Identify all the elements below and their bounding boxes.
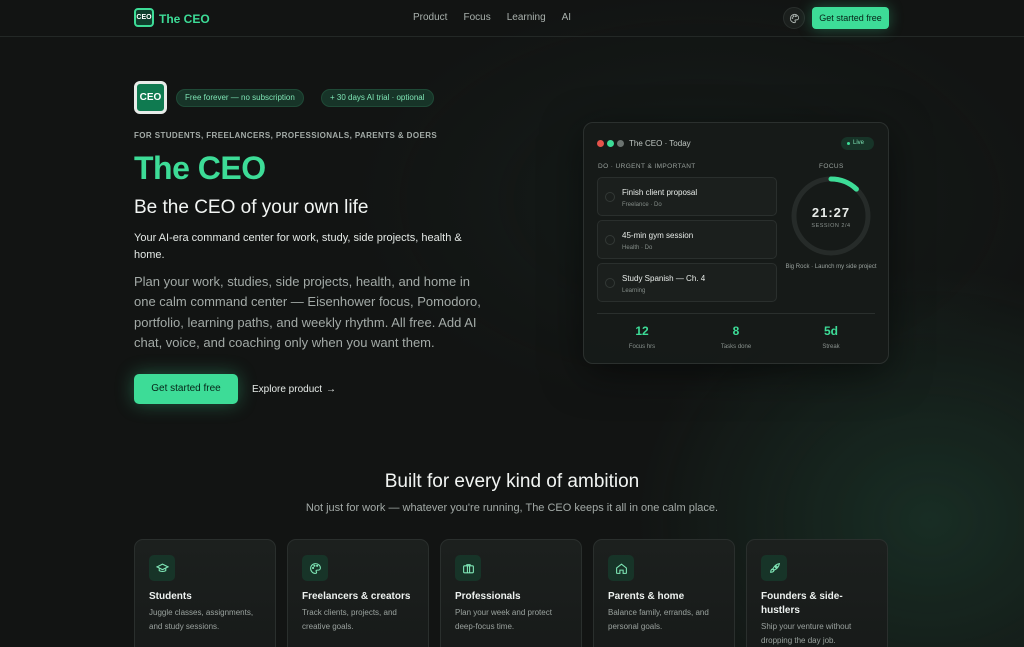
window-dot-green	[607, 140, 614, 147]
nav-link-ai[interactable]: AI	[562, 12, 571, 23]
nav-links: Product Focus Learning AI	[413, 12, 587, 23]
task-item[interactable]: 45-min gym session Health · Do	[597, 220, 777, 259]
top-nav: CEO The CEO Product Focus Learning AI Ge…	[0, 0, 1024, 37]
card-title: Parents & home	[608, 591, 685, 602]
hero-title: The CEO	[134, 150, 266, 186]
get-started-button[interactable]: Get started free	[134, 374, 238, 404]
big-rock-label: Big Rock · Launch my side project	[785, 264, 877, 270]
theme-palette-button[interactable]	[783, 7, 805, 29]
dashboard-preview-card: The CEO · Today Live DO · URGENT & IMPOR…	[583, 122, 889, 364]
arrow-right-icon: →	[326, 384, 337, 395]
stat-tasks-done: 8 Tasks done	[690, 324, 782, 350]
task-meta: Freelance · Do	[622, 202, 662, 208]
task-title: Finish client proposal	[622, 188, 698, 197]
hero-logo-icon: CEO	[134, 81, 167, 114]
stat-focus-hours: 12 Focus hrs	[596, 324, 688, 350]
card-description: Track clients, projects, and creative go…	[302, 608, 397, 631]
audience-card-students[interactable]: Students Juggle classes, assignments, an…	[134, 539, 276, 647]
focus-timer: 21:27	[811, 205, 851, 220]
task-meta: Health · Do	[622, 245, 653, 251]
audience-card-professionals[interactable]: Professionals Plan your week and protect…	[440, 539, 582, 647]
task-item[interactable]: Finish client proposal Freelance · Do	[597, 177, 777, 216]
ai-trial-badge: + 30 days AI trial · optional	[321, 89, 434, 107]
card-title: Professionals	[455, 591, 521, 602]
briefcase-icon	[455, 555, 481, 581]
card-description: Balance family, errands, and personal go…	[608, 608, 709, 631]
stat-label: Streak	[822, 344, 840, 350]
get-started-nav-button[interactable]: Get started free	[812, 7, 889, 29]
palette-icon	[789, 13, 799, 23]
task-checkbox[interactable]	[605, 235, 615, 245]
nav-link-product[interactable]: Product	[413, 12, 447, 23]
window-dot-red	[597, 140, 604, 147]
card-description: Plan your week and protect deep-focus ti…	[455, 608, 552, 631]
divider	[597, 313, 875, 314]
home-icon	[608, 555, 634, 581]
hero-subtitle: Be the CEO of your own life	[134, 197, 369, 218]
dashboard-title: The CEO · Today	[629, 139, 691, 148]
session-counter: SESSION 2/4	[811, 223, 851, 229]
brand-name[interactable]: The CEO	[159, 12, 210, 26]
audience-card-founders[interactable]: Founders & side-hustlers Ship your ventu…	[746, 539, 888, 647]
card-title: Freelancers & creators	[302, 591, 411, 602]
card-title: Founders & side-hustlers	[761, 591, 843, 616]
task-checkbox[interactable]	[605, 278, 615, 288]
audience-section-subtitle: Not just for work — whatever you're runn…	[305, 502, 719, 514]
explore-product-link[interactable]: Explore product →	[252, 384, 336, 395]
quadrant-label: DO · URGENT & IMPORTANT	[598, 163, 696, 170]
card-description: Ship your venture without dropping the d…	[761, 622, 852, 645]
card-title: Students	[149, 591, 192, 602]
stat-streak: 5d Streak	[785, 324, 877, 350]
task-meta: Learning	[622, 288, 646, 294]
live-badge: Live	[841, 137, 874, 150]
stat-value: 12	[635, 324, 649, 338]
stat-label: Focus hrs	[628, 344, 656, 350]
rocket-icon	[761, 555, 787, 581]
stat-value: 5d	[823, 324, 838, 338]
task-title: 45-min gym session	[622, 231, 694, 240]
palette-icon	[302, 555, 328, 581]
audience-card-freelancers[interactable]: Freelancers & creators Track clients, pr…	[287, 539, 429, 647]
card-description: Juggle classes, assignments, and study s…	[149, 608, 254, 631]
task-item[interactable]: Study Spanish — Ch. 4 Learning	[597, 263, 777, 302]
explore-product-label: Explore product	[252, 384, 323, 395]
nav-link-learning[interactable]: Learning	[507, 12, 546, 23]
nav-link-focus[interactable]: Focus	[463, 12, 490, 23]
task-checkbox[interactable]	[605, 192, 615, 202]
window-dot-gray	[617, 140, 624, 147]
hero-tagline: Your AI-era command center for work, stu…	[134, 232, 462, 261]
free-forever-badge: Free forever — no subscription	[176, 89, 304, 107]
hero-eyebrow: FOR STUDENTS, FREELANCERS, PROFESSIONALS…	[134, 131, 438, 140]
hero-description: Plan your work, studies, side projects, …	[134, 274, 481, 350]
focus-label: FOCUS	[819, 163, 844, 170]
task-title: Study Spanish — Ch. 4	[622, 274, 706, 283]
graduation-cap-icon	[149, 555, 175, 581]
audience-section-title: Built for every kind of ambition	[384, 471, 640, 492]
stat-label: Tasks done	[720, 344, 752, 350]
audience-card-parents[interactable]: Parents & home Balance family, errands, …	[593, 539, 735, 647]
logo-icon[interactable]: CEO	[134, 8, 154, 27]
stat-value: 8	[732, 324, 740, 338]
